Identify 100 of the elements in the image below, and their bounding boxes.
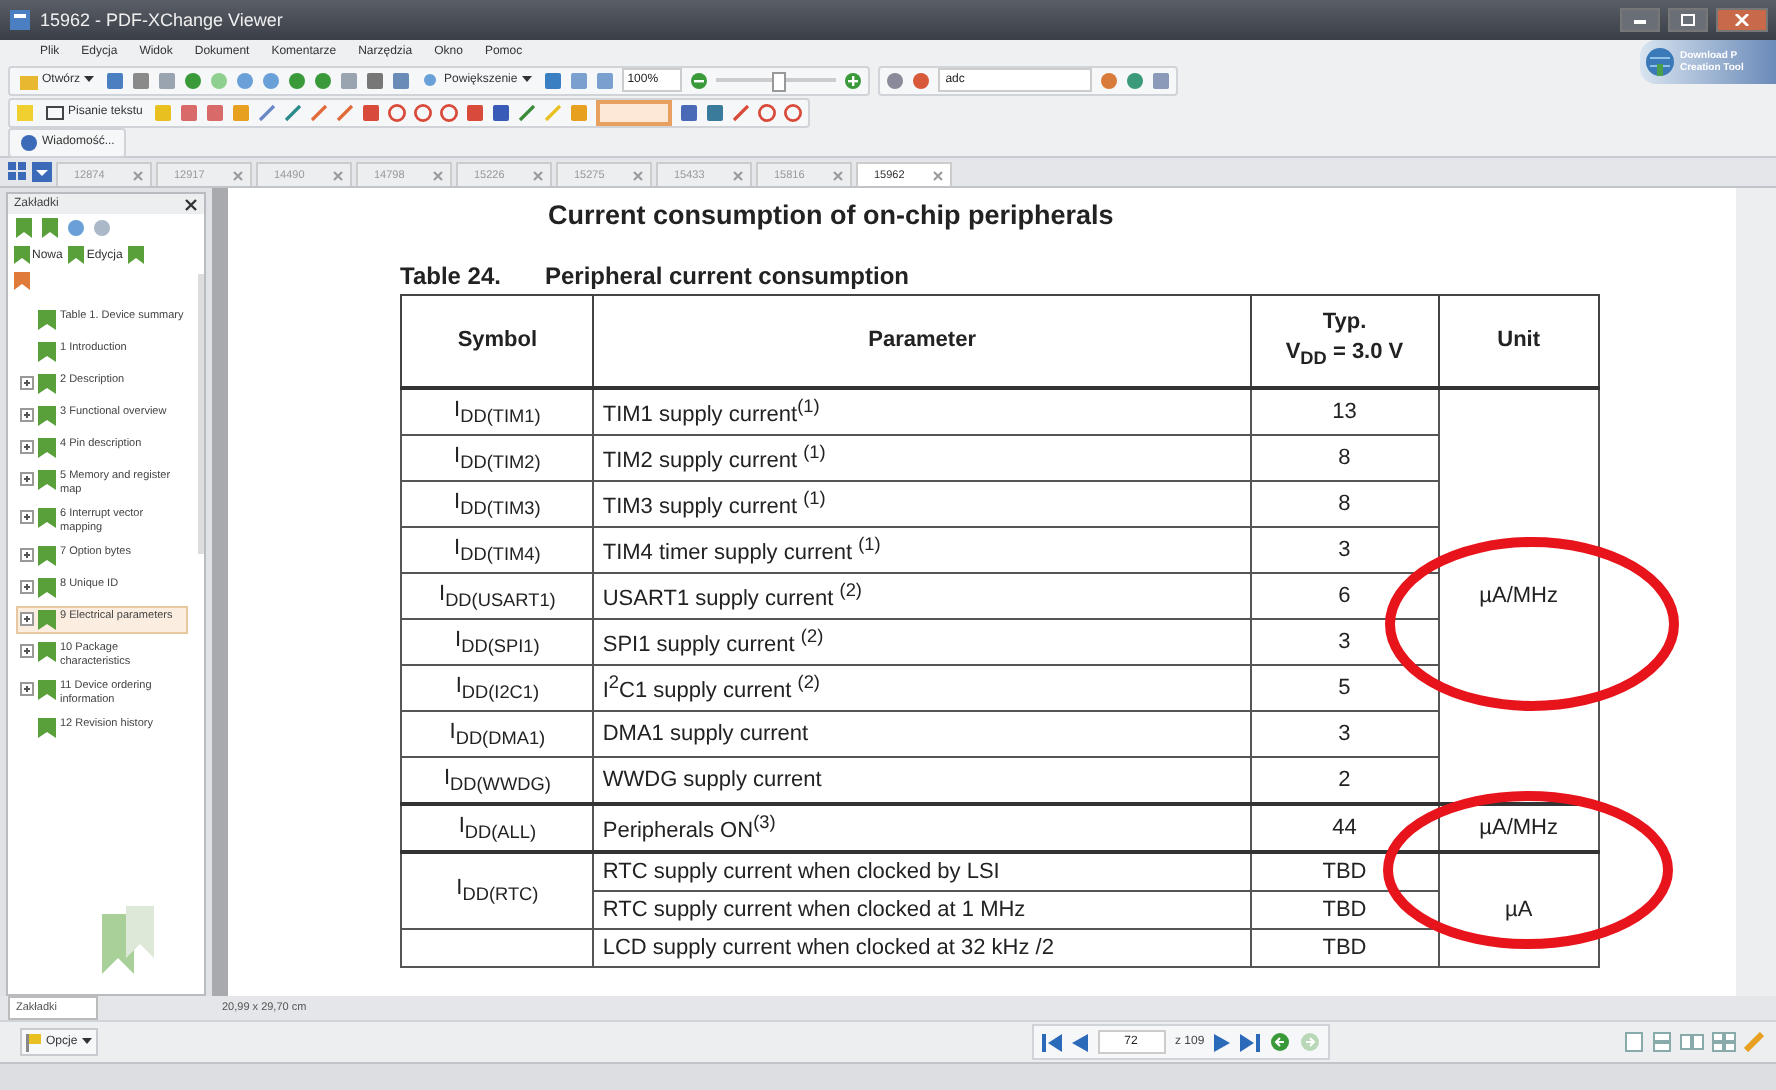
continuous-page-icon[interactable] (1652, 1032, 1672, 1052)
expand-icon[interactable] (20, 644, 34, 658)
table-cell: I$_{DD(RTC)}$ (401, 852, 594, 929)
square-icon[interactable] (206, 103, 225, 121)
table-cell: I$_{DD(ALL)}$ (401, 804, 594, 852)
table-cell: TIM3 supply current $^{(1)}$ (593, 481, 1251, 527)
circle-icon[interactable] (236, 71, 255, 89)
minimize-button[interactable] (1620, 8, 1660, 32)
table-cell: LCD supply current when clocked at 32 kHz /2 (593, 929, 1251, 967)
pen-icon[interactable] (732, 103, 751, 121)
expand-icon[interactable] (20, 580, 34, 594)
table-cell: µA/MHz (1438, 804, 1599, 852)
table-cell: TBD (1250, 852, 1439, 891)
continuous-facing-icon[interactable] (1712, 1032, 1736, 1052)
window-title: 15962 - PDF-XChange Viewer (40, 10, 283, 30)
table-cell: USART1 supply current $^{(2)}$ (593, 573, 1251, 619)
circle-icon[interactable] (911, 71, 930, 89)
table-cell: SPI1 supply current $^{(2)}$ (593, 619, 1251, 665)
table-cell: I$_{DD(USART1)}$ (401, 573, 594, 619)
square-icon[interactable] (1151, 71, 1170, 89)
circle-icon[interactable] (92, 218, 112, 238)
pen-icon[interactable] (1744, 1032, 1764, 1052)
square-icon[interactable] (362, 103, 381, 121)
magnifier-icon (422, 71, 441, 89)
caret-icon (84, 76, 95, 84)
square-icon[interactable] (180, 103, 199, 121)
minimize-icon (1632, 14, 1648, 26)
text-box-icon (46, 103, 64, 121)
zoom-slider[interactable] (715, 70, 836, 90)
facing-pages-icon[interactable] (1680, 1032, 1704, 1052)
square-icon[interactable] (392, 71, 411, 89)
column-header: Unit (1438, 295, 1599, 388)
caret-icon (81, 1038, 92, 1046)
table-cell: RTC supply current when clocked by LSI (593, 852, 1251, 891)
caret-icon (521, 76, 532, 84)
expand-icon[interactable] (20, 472, 34, 486)
table-cell: TIM4 timer supply current $^{(1)}$ (593, 527, 1251, 573)
circle-icon[interactable] (440, 103, 459, 121)
flag-icon (26, 1033, 42, 1051)
circle-icon[interactable] (66, 218, 86, 238)
circle-icon[interactable] (184, 71, 203, 89)
expand-icon[interactable] (20, 510, 34, 524)
zoom-in-icon[interactable] (843, 71, 862, 89)
square-icon[interactable] (366, 71, 385, 89)
zoom-out-icon[interactable] (689, 71, 708, 89)
close-icon (1734, 14, 1750, 26)
table-cell: I$_{DD(WWDG)}$ (401, 757, 594, 804)
table-cell: I$_{DD(DMA1)}$ (401, 711, 594, 757)
circle-icon[interactable] (885, 71, 904, 89)
expand-icon[interactable] (20, 548, 34, 562)
table-cell: I$_{DD(TIM2)}$ (401, 435, 594, 481)
expand-icon[interactable] (20, 440, 34, 454)
circle-icon[interactable] (210, 71, 229, 89)
square-icon[interactable] (492, 103, 511, 121)
table-cell: RTC supply current when clocked at 1 MHz (593, 891, 1251, 929)
expand-icon[interactable] (20, 612, 34, 626)
previous-page-icon[interactable] (1071, 1033, 1087, 1051)
table-number: Table 24. (400, 262, 501, 290)
column-header: Parameter (593, 295, 1251, 388)
circle-icon[interactable] (414, 103, 433, 121)
bookmark-icon[interactable] (128, 246, 145, 264)
table-cell: I$_{DD(I2C1)}$ (401, 665, 594, 711)
circle-icon[interactable] (758, 103, 777, 121)
section-heading: Current consumption of on-chip peripherals (548, 200, 1116, 230)
grid-icon[interactable] (8, 162, 28, 182)
last-page-icon[interactable] (1240, 1033, 1261, 1051)
table-title: Peripheral current consumption (544, 262, 910, 290)
table-cell: TIM1 supply current$^{(1)}$ (593, 388, 1251, 435)
single-page-icon[interactable] (1624, 1032, 1644, 1052)
close-icon[interactable] (184, 197, 198, 211)
square-icon[interactable] (106, 71, 125, 89)
next-page-icon[interactable] (1214, 1033, 1231, 1051)
circle-icon (20, 133, 38, 151)
table-cell: I$_{DD(SPI1)}$ (401, 619, 594, 665)
expand-icon[interactable] (20, 376, 34, 390)
square-icon[interactable] (680, 103, 699, 121)
expand-icon[interactable] (20, 408, 34, 422)
square-icon[interactable] (543, 71, 562, 89)
dropdown-icon[interactable] (32, 162, 52, 182)
circle-icon[interactable] (1125, 71, 1144, 89)
scrollbar[interactable] (1736, 188, 1776, 996)
square-icon[interactable] (706, 103, 725, 121)
globe-icon (1644, 46, 1676, 78)
circle-icon[interactable] (314, 71, 333, 89)
square-icon[interactable] (466, 103, 485, 121)
circle-icon[interactable] (262, 71, 281, 89)
square-icon[interactable] (595, 71, 614, 89)
close-button[interactable] (1716, 8, 1768, 32)
square-icon[interactable] (569, 71, 588, 89)
square-icon[interactable] (132, 71, 151, 89)
first-page-icon[interactable] (1041, 1033, 1061, 1051)
circle-icon[interactable] (784, 103, 803, 121)
circle-icon[interactable] (1099, 71, 1118, 89)
maximize-icon (1680, 14, 1696, 26)
circle-icon[interactable] (388, 103, 407, 121)
circle-icon[interactable] (288, 71, 307, 89)
expand-icon[interactable] (20, 682, 34, 696)
maximize-button[interactable] (1668, 8, 1708, 32)
table-cell: I$_{DD(TIM4)}$ (401, 527, 594, 573)
back-icon[interactable] (1270, 1032, 1291, 1052)
